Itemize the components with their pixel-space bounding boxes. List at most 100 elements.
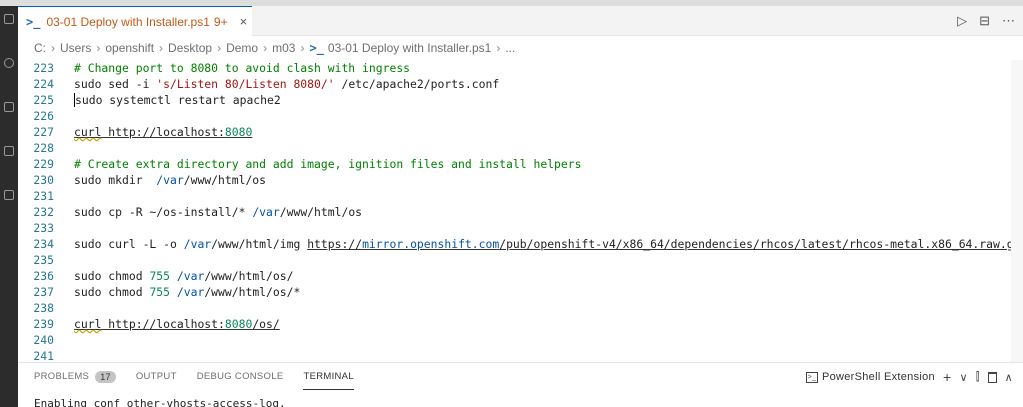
- tab-label: TERMINAL: [303, 371, 354, 382]
- path-token: /var: [176, 269, 205, 283]
- tab-strip: >_ 03-01 Deploy with Installer.ps1 9+ × …: [18, 6, 1023, 36]
- chevron-right-icon: ›: [96, 41, 101, 55]
- line-number: 225: [33, 93, 54, 107]
- code-line: 232 sudo cp -R ~/os-install/* /var/www/h…: [18, 204, 1023, 220]
- panel-tab-bar: PROBLEMS 17 OUTPUT DEBUG CONSOLE TERMINAL…: [18, 362, 1023, 390]
- line-text: # Change port to 8080 to avoid clash wit…: [74, 61, 411, 75]
- run-debug-icon[interactable]: [4, 146, 14, 156]
- code-line: 230 sudo mkdir /var/www/html/os: [18, 172, 1023, 188]
- token: /www/html/os: [279, 205, 363, 219]
- host-token: mirror.openshift.com: [362, 237, 500, 251]
- token: /pub/openshift-v4/x86_64/dependencies/rh…: [499, 237, 1021, 251]
- breadcrumb-item-openshift[interactable]: openshift: [105, 41, 154, 55]
- line-number: 226: [33, 109, 54, 123]
- code-line: 224 sudo sed -i 's/Listen 80/Listen 8080…: [18, 76, 1023, 92]
- source-control-icon[interactable]: [4, 102, 14, 112]
- new-terminal-icon[interactable]: +: [943, 369, 951, 385]
- line-text: sudo chmod 755 /var/www/html/os/: [74, 268, 293, 284]
- breadcrumb-item-desktop[interactable]: Desktop: [168, 41, 212, 55]
- code-line: 227 curl http://localhost:8080: [18, 124, 1023, 140]
- number-token: 8080: [224, 125, 253, 139]
- text-cursor: s: [74, 93, 82, 107]
- terminal-selector[interactable]: >_ PowerShell Extension: [805, 371, 935, 383]
- extensions-icon[interactable]: [4, 190, 14, 200]
- string-token: 's/Listen 80/Listen 8080/': [156, 77, 335, 91]
- tab-problems[interactable]: PROBLEMS 17: [34, 370, 116, 383]
- breadcrumb-item-symbol[interactable]: ...: [505, 41, 515, 55]
- breadcrumb: C: › Users › openshift › Desktop › Demo › m03…: [18, 37, 1023, 59]
- chevron-right-icon: ›: [51, 41, 55, 55]
- code-line: 240: [18, 332, 1023, 348]
- token: http://localhost:: [101, 317, 225, 331]
- number-token: 755: [149, 285, 171, 299]
- tab-debug-console[interactable]: DEBUG CONSOLE: [197, 371, 284, 382]
- tab-label: OUTPUT: [135, 371, 177, 382]
- split-terminal-icon[interactable]: ⫿: [976, 371, 980, 384]
- token: https://: [307, 237, 363, 251]
- search-icon[interactable]: [4, 58, 14, 68]
- code-line: 237 sudo chmod 755 /var/www/html/os/*: [18, 284, 1023, 300]
- url-link[interactable]: https://mirror.openshift.com/pub/openshi…: [307, 237, 1020, 251]
- code-line: 234 sudo curl -L -o /var/www/html/img ht…: [18, 236, 1023, 252]
- token: /www/html/os: [183, 173, 267, 187]
- chevron-right-icon: ›: [496, 41, 501, 55]
- chevron-right-icon: ›: [300, 41, 305, 55]
- token: sudo cp -R ~/os-install/*: [74, 205, 253, 219]
- split-editor-icon[interactable]: ⊟: [979, 13, 990, 29]
- line-text: sudo chmod 755 /var/www/html/os/*: [74, 284, 300, 300]
- code-line: 231: [18, 188, 1023, 204]
- line-number: 240: [33, 333, 54, 347]
- chevron-right-icon: ›: [263, 41, 268, 55]
- line-text: curl http://localhost:8080/os/: [74, 316, 280, 332]
- token: sudo mkdir: [74, 173, 157, 187]
- run-icon[interactable]: ▷: [957, 13, 967, 29]
- line-number: 223: [33, 61, 54, 75]
- editor-tab[interactable]: >_ 03-01 Deploy with Installer.ps1 9+ ×: [18, 6, 252, 36]
- line-number: 234: [33, 237, 54, 251]
- line-number: 237: [33, 285, 54, 299]
- line-text: sudo curl -L -o /var/www/html/img https:…: [74, 236, 1020, 252]
- tab-terminal[interactable]: TERMINAL: [303, 371, 355, 390]
- token: http://localhost:: [101, 125, 225, 139]
- token: /os/: [252, 317, 280, 331]
- token: sudo chmod: [74, 285, 150, 299]
- problems-count-badge: 17: [95, 370, 116, 383]
- more-actions-icon[interactable]: ⋯: [1002, 13, 1015, 29]
- editor-scrollbar[interactable]: [1011, 60, 1023, 362]
- token: sudo chmod: [74, 269, 150, 283]
- breadcrumb-item-drive[interactable]: C:: [34, 41, 46, 55]
- breadcrumb-item-users[interactable]: Users: [60, 41, 91, 55]
- code-line: 226: [18, 108, 1023, 124]
- path-token: /var: [252, 205, 280, 219]
- panel-actions: >_ PowerShell Extension + ∨ ⫿ ∧: [805, 363, 1013, 391]
- chevron-down-icon[interactable]: ∨: [959, 371, 967, 384]
- line-number: 235: [33, 253, 54, 267]
- code-editor[interactable]: 223 # Change port to 8080 to avoid clash…: [18, 60, 1023, 363]
- chevron-up-icon[interactable]: ∧: [1005, 371, 1013, 384]
- path-token: /var: [183, 237, 212, 251]
- token: curl: [74, 125, 102, 139]
- line-number: 236: [33, 269, 54, 283]
- terminal-output[interactable]: Enabling conf other-vhosts-access-log.: [18, 390, 1023, 407]
- explorer-icon[interactable]: [4, 14, 14, 24]
- line-number: 232: [33, 205, 54, 219]
- line-number: 224: [33, 77, 54, 91]
- line-text: sudo sed -i 's/Listen 80/Listen 8080/' /…: [74, 76, 499, 92]
- token: /etc/apache2/ports.conf: [334, 77, 500, 91]
- terminal-name: PowerShell Extension: [821, 371, 935, 383]
- line-number: 239: [33, 317, 54, 331]
- tab-label: DEBUG CONSOLE: [196, 371, 284, 382]
- chevron-right-icon: ›: [217, 41, 222, 55]
- breadcrumb-item-file[interactable]: 03-01 Deploy with Installer.ps1: [328, 41, 491, 55]
- line-number: 230: [33, 173, 54, 187]
- trash-icon[interactable]: [987, 371, 997, 383]
- code-line: 228: [18, 140, 1023, 156]
- close-icon[interactable]: ×: [240, 14, 248, 29]
- code-line: 236 sudo chmod 755 /var/www/html/os/: [18, 268, 1023, 284]
- code-line: 229 # Create extra directory and add ima…: [18, 156, 1023, 172]
- token: /www/html/img: [211, 237, 308, 251]
- breadcrumb-item-m03[interactable]: m03: [272, 41, 295, 55]
- tab-output[interactable]: OUTPUT: [136, 371, 177, 382]
- breadcrumb-item-demo[interactable]: Demo: [226, 41, 258, 55]
